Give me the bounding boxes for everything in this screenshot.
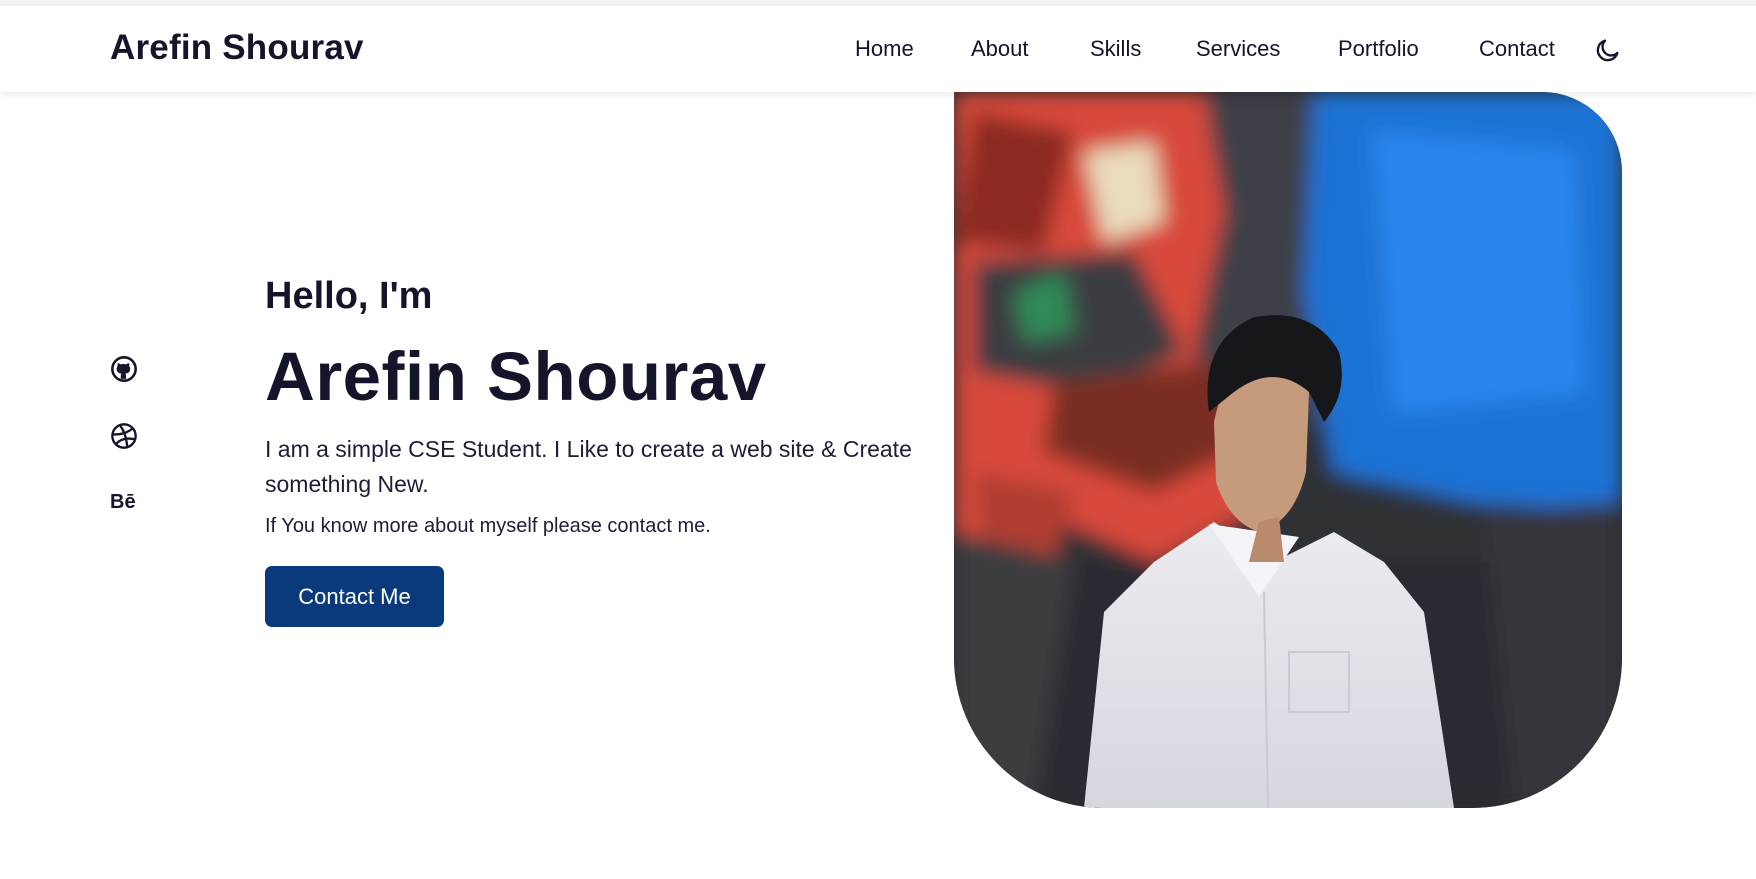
hero-name: Arefin Shourav [265,338,767,415]
site-logo[interactable]: Arefin Shourav [110,28,364,68]
hero-greeting: Hello, I'm [265,275,433,317]
contact-me-button[interactable]: Contact Me [265,566,444,627]
nav-services[interactable]: Services [1196,36,1280,62]
hero-description: I am a simple CSE Student. I Like to cre… [265,436,912,497]
dribbble-icon[interactable] [110,422,138,450]
profile-photo [954,92,1622,808]
behance-icon[interactable]: Bē [110,488,138,516]
nav-about[interactable]: About [971,36,1029,62]
nav-portfolio[interactable]: Portfolio [1338,36,1419,62]
hero-subtext: If You know more about myself please con… [265,515,711,537]
moon-icon[interactable] [1594,36,1622,64]
github-icon[interactable] [110,355,138,383]
site-header: Arefin Shourav Home About Skills Service… [0,6,1756,92]
nav-skills[interactable]: Skills [1090,36,1141,62]
nav-home[interactable]: Home [855,36,914,62]
nav-contact[interactable]: Contact [1479,36,1555,62]
